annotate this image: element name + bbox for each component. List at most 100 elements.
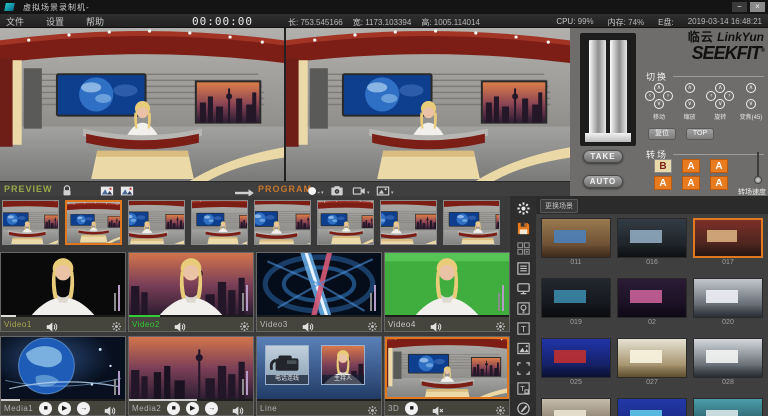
camera-thumb-8[interactable]	[443, 200, 500, 245]
scene-item-029[interactable]: 029	[541, 398, 611, 416]
image-icon[interactable]	[120, 184, 134, 195]
scene-item-019[interactable]: 019	[541, 278, 611, 326]
dpad-3-up-button[interactable]: ∧	[746, 83, 756, 93]
scene-item-017[interactable]: 017	[693, 218, 763, 266]
scene-thumbnail[interactable]	[541, 398, 611, 416]
gear-icon[interactable]	[367, 403, 378, 414]
video-panel-1[interactable]: Video1	[0, 252, 126, 332]
scene-item-030[interactable]: 030	[693, 398, 763, 416]
change-scene-button[interactable]: 更换场景	[540, 199, 578, 213]
t-bar-handle-right[interactable]	[610, 40, 627, 136]
play-button[interactable]: ▶	[186, 402, 199, 415]
forward-button[interactable]: →	[205, 402, 218, 415]
scene-item-016[interactable]: 016	[617, 218, 687, 266]
camera-thumb-7[interactable]	[380, 200, 437, 245]
menu-item-2[interactable]: 帮助	[86, 15, 104, 28]
speaker-icon[interactable]	[302, 320, 314, 329]
videocam-icon[interactable]: ▾	[352, 184, 366, 195]
video-panel-4[interactable]: Video4	[384, 252, 510, 332]
speaker-icon[interactable]	[232, 404, 244, 413]
stop-button[interactable]: ■	[167, 402, 180, 415]
speaker-icon[interactable]	[46, 320, 58, 329]
t-bar-fader[interactable]	[580, 33, 636, 146]
program-monitor[interactable]	[286, 28, 570, 181]
dpad-0-up-button[interactable]: ∧	[654, 83, 664, 93]
image-icon[interactable]	[100, 184, 114, 195]
dpad-2-left-button[interactable]: ‹	[706, 91, 716, 101]
gear-icon[interactable]	[495, 319, 506, 330]
gear-icon[interactable]	[111, 319, 122, 330]
host-tile[interactable]: 主持人	[321, 345, 365, 385]
record-icon[interactable]: ▾	[306, 184, 320, 195]
scene-thumbnail[interactable]	[617, 398, 687, 416]
dpad-2-right-button[interactable]: ›	[724, 91, 734, 101]
grid-icon[interactable]	[516, 241, 531, 256]
take-button[interactable]: TAKE	[583, 150, 623, 163]
play-button[interactable]: ▶	[58, 402, 71, 415]
scene-thumbnail[interactable]	[541, 218, 611, 258]
gear-icon[interactable]	[239, 319, 250, 330]
media-view-Media1[interactable]	[1, 337, 125, 399]
media-view-Media2[interactable]	[129, 337, 253, 399]
minimize-button[interactable]: −	[732, 2, 747, 12]
transition-button-4[interactable]: A	[682, 176, 700, 190]
dpad-1-down-button[interactable]: ∨	[685, 99, 695, 109]
video-panel-2[interactable]: Video2	[128, 252, 254, 332]
scene-image-icon[interactable]	[516, 341, 531, 356]
transition-button-1[interactable]: A	[682, 159, 700, 173]
stop-button[interactable]: ■	[405, 402, 418, 415]
scene-thumbnail[interactable]	[693, 338, 763, 378]
frame-icon[interactable]	[516, 361, 531, 376]
scene-thumbnail[interactable]	[617, 278, 687, 318]
reset-button[interactable]: 复位	[648, 128, 676, 140]
video-view-2[interactable]	[129, 253, 253, 315]
scene-item-025[interactable]: 025	[541, 338, 611, 386]
speaker-icon-muted[interactable]	[432, 404, 444, 413]
scene-thumbnail[interactable]	[541, 338, 611, 378]
video-panel-3[interactable]: Video3	[256, 252, 382, 332]
scene-thumbnail[interactable]	[541, 278, 611, 318]
media-panel-Line[interactable]: 电话连线 主持人Line	[256, 336, 382, 416]
scene-item-011[interactable]: 011	[541, 218, 611, 266]
monitor-icon[interactable]	[516, 281, 531, 296]
save-icon[interactable]	[516, 221, 531, 236]
forward-button[interactable]: →	[77, 402, 90, 415]
scene-thumbnail[interactable]	[693, 218, 763, 258]
video-view-1[interactable]	[1, 253, 125, 315]
scene-item-03[interactable]: 03	[617, 398, 687, 416]
menu-item-1[interactable]: 设置	[46, 15, 64, 28]
swap-icon[interactable]	[232, 184, 256, 195]
video-view-4[interactable]	[385, 253, 509, 315]
t-bar-handle-left[interactable]	[589, 40, 606, 136]
transition-button-3[interactable]: A	[654, 176, 672, 190]
transition-button-2[interactable]: A	[710, 159, 728, 173]
top-button[interactable]: TOP	[686, 128, 714, 140]
dpad-3-down-button[interactable]: ∨	[746, 99, 756, 109]
camera-thumb-5[interactable]	[254, 200, 311, 245]
dpad-2-down-button[interactable]: ∨	[715, 99, 725, 109]
menu-item-0[interactable]: 文件	[6, 15, 24, 28]
media-view-3D[interactable]	[385, 337, 509, 399]
media-panel-3D[interactable]: 3D■	[384, 336, 510, 416]
transition-speed-knob[interactable]	[754, 176, 762, 184]
camera-thumb-3[interactable]	[128, 200, 185, 245]
dpad-0-left-button[interactable]: ‹	[645, 91, 655, 101]
export-image-icon[interactable]: ▾	[376, 184, 390, 195]
close-button[interactable]: ×	[750, 2, 765, 12]
speaker-icon[interactable]	[174, 320, 186, 329]
media-panel-Media1[interactable]: Media1■▶→	[0, 336, 126, 416]
media-view-Line[interactable]: 电话连线 主持人	[257, 337, 381, 399]
scene-item-02[interactable]: 02	[617, 278, 687, 326]
subtitle-icon[interactable]: T	[516, 381, 531, 396]
stop-button[interactable]: ■	[39, 402, 52, 415]
speaker-icon[interactable]	[430, 320, 442, 329]
lock-icon[interactable]	[60, 184, 74, 195]
text-icon[interactable]: T	[516, 321, 531, 336]
scene-item-020[interactable]: 020	[693, 278, 763, 326]
bulb-icon[interactable]	[516, 301, 531, 316]
phone-call-tile[interactable]: 电话连线	[265, 345, 309, 385]
dpad-0-right-button[interactable]: ›	[663, 91, 673, 101]
scene-item-028[interactable]: 028	[693, 338, 763, 386]
auto-button[interactable]: AUTO	[583, 175, 623, 188]
gear-icon[interactable]	[367, 319, 378, 330]
